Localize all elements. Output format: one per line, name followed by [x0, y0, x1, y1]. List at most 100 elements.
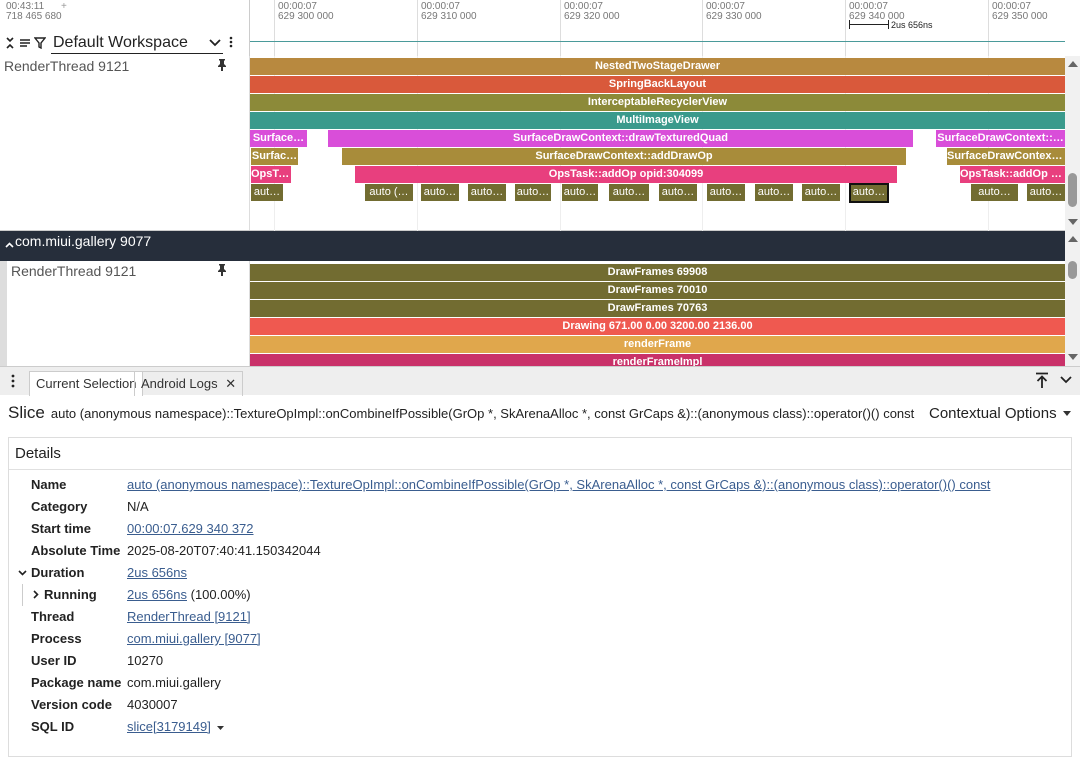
- detail-value-link[interactable]: 2us 656ns: [127, 587, 187, 602]
- detail-key: Version code: [31, 697, 112, 712]
- close-icon[interactable]: ✕: [225, 376, 236, 391]
- slice[interactable]: renderFrameImpl: [250, 354, 1065, 366]
- chevron-down-icon[interactable]: [1060, 376, 1072, 384]
- slice[interactable]: InterceptableRecyclerView: [250, 94, 1065, 111]
- ruler-time-bottom: 718 465 680: [6, 11, 62, 22]
- slice[interactable]: OpsTa…: [251, 166, 291, 183]
- detail-key: Duration: [31, 565, 85, 580]
- tick-line: [560, 0, 561, 56]
- track-label-renderthread: RenderThread 9121: [4, 58, 130, 74]
- process-group-header[interactable]: com.miui.gallery 9077: [0, 231, 1065, 261]
- tab-current-selection[interactable]: Current Selection: [29, 371, 144, 396]
- slice[interactable]: SurfaceDrawContext::addDrawOp: [342, 148, 906, 165]
- slice-auto[interactable]: auto…: [755, 184, 793, 201]
- scroll-up-icon[interactable]: [1068, 61, 1078, 67]
- details-tab-bar: Current Selection Android Logs ✕: [0, 366, 1080, 396]
- scroll-up-icon[interactable]: [1068, 236, 1078, 242]
- tick-label-bottom: 629 300 000: [278, 11, 334, 22]
- slice-auto[interactable]: auto…: [421, 184, 459, 201]
- tick-label-bottom: 629 350 000: [992, 11, 1048, 22]
- caret-down-icon[interactable]: [216, 725, 224, 730]
- detail-value-group: slice[3179149]: [127, 716, 224, 738]
- slice-auto[interactable]: auto…: [515, 184, 551, 201]
- detail-value-link[interactable]: auto (anonymous namespace)::TextureOpImp…: [127, 474, 990, 496]
- slice-auto[interactable]: auto…: [468, 184, 506, 201]
- tick-line: [845, 0, 846, 56]
- slice-auto[interactable]: auto…: [971, 184, 1018, 201]
- slice[interactable]: SurfaceDrawContext::…: [936, 130, 1065, 147]
- detail-row-name: Name auto (anonymous namespace)::Texture…: [9, 474, 1069, 496]
- chevron-up-icon: [5, 242, 14, 248]
- detail-row-version-code: Version code 4030007: [9, 694, 1069, 716]
- slice[interactable]: SpringBackLayout: [250, 76, 1065, 93]
- slice-auto[interactable]: auto…: [802, 184, 840, 201]
- tick-line: [417, 0, 418, 56]
- slice-auto[interactable]: auto…: [1027, 184, 1065, 201]
- detail-value-link[interactable]: com.miui.gallery [9077]: [127, 628, 261, 650]
- slice[interactable]: NestedTwoStageDrawer: [250, 58, 1065, 75]
- slice[interactable]: SurfaceDrawContext…: [947, 148, 1065, 165]
- slice[interactable]: OpsTask::addOp opid:304099: [355, 166, 897, 183]
- measure-label: 2us 656ns: [891, 20, 933, 30]
- detail-key: Start time: [31, 521, 91, 536]
- detail-row-category: Category N/A: [9, 496, 1069, 518]
- slice[interactable]: DrawFrames 70010: [250, 282, 1065, 299]
- drag-handle-icon[interactable]: [11, 374, 15, 388]
- process-group-label: com.miui.gallery 9077: [15, 233, 152, 249]
- slice[interactable]: DrawFrames 70763: [250, 300, 1065, 317]
- slice[interactable]: MultiImageView: [250, 112, 1065, 129]
- chevron-right-icon[interactable]: [33, 590, 39, 599]
- scroll-thumb[interactable]: [1068, 261, 1077, 279]
- detail-row-start-time: Start time 00:00:07.629 340 372: [9, 518, 1069, 540]
- slice-auto[interactable]: aut…: [251, 184, 283, 201]
- tree-guide-line: [22, 584, 23, 606]
- collapse-all-icon[interactable]: [2, 33, 17, 53]
- slice[interactable]: Surfac…: [251, 148, 298, 165]
- detail-value-link[interactable]: slice[3179149]: [127, 719, 211, 734]
- workspace-select-value: Default Workspace: [53, 33, 188, 51]
- track-label-renderthread: RenderThread 9121: [11, 263, 137, 279]
- chevron-down-icon[interactable]: [18, 570, 27, 576]
- detail-value-group: 2us 656ns (100.00%): [127, 584, 251, 606]
- bottom-scrollbar[interactable]: [1065, 231, 1080, 366]
- tick-line: [988, 0, 989, 56]
- ruler-plus: +: [61, 1, 67, 12]
- slice-auto[interactable]: auto (…: [365, 184, 413, 201]
- ruler-divider: [249, 0, 250, 56]
- slice-auto[interactable]: auto…: [562, 184, 598, 201]
- contextual-options-button[interactable]: Contextual Options: [929, 402, 1071, 424]
- slice[interactable]: OpsTask::addOp o…: [960, 166, 1065, 183]
- tick-line: [702, 0, 703, 56]
- slice[interactable]: DrawFrames 69908: [250, 264, 1065, 281]
- scroll-down-icon[interactable]: [1068, 354, 1078, 360]
- detail-row-sql-id: SQL ID slice[3179149]: [9, 716, 1069, 738]
- filter-icon[interactable]: [32, 33, 47, 53]
- detail-value-link[interactable]: RenderThread [9121]: [127, 606, 251, 628]
- tab-android-logs[interactable]: Android Logs ✕: [134, 371, 244, 396]
- workspace-select[interactable]: Default Workspace: [51, 32, 223, 54]
- more-vert-icon[interactable]: [229, 35, 233, 51]
- slice[interactable]: Drawing 671.00 0.00 3200.00 2136.00: [250, 318, 1065, 335]
- detail-value-link[interactable]: 2us 656ns: [127, 562, 187, 584]
- slice[interactable]: renderFrame: [250, 336, 1065, 353]
- selection-kind: Slice: [8, 403, 45, 422]
- pin-icon[interactable]: [216, 263, 228, 280]
- detail-key: Name: [31, 477, 67, 492]
- list-icon[interactable]: [17, 33, 32, 53]
- slice-auto[interactable]: auto…: [707, 184, 745, 201]
- slice-auto[interactable]: auto…: [609, 184, 649, 201]
- pin-icon[interactable]: [216, 58, 228, 75]
- slice-auto[interactable]: auto…: [659, 184, 697, 201]
- slice[interactable]: Surface…: [250, 130, 307, 147]
- detail-value-extra: (100.00%): [187, 587, 251, 602]
- detail-key: Category: [31, 499, 88, 514]
- scroll-thumb[interactable]: [1068, 173, 1077, 207]
- slice[interactable]: SurfaceDrawContext::drawTexturedQuad: [328, 130, 913, 147]
- scroll-down-icon[interactable]: [1068, 219, 1078, 225]
- detail-row-thread: Thread RenderThread [9121]: [9, 606, 1069, 628]
- detail-value-link[interactable]: 00:00:07.629 340 372: [127, 518, 254, 540]
- top-scrollbar[interactable]: [1065, 56, 1080, 231]
- detail-key: Running: [44, 587, 97, 602]
- maximize-panel-icon[interactable]: [1035, 372, 1049, 389]
- slice-auto-selected[interactable]: auto…: [849, 183, 889, 203]
